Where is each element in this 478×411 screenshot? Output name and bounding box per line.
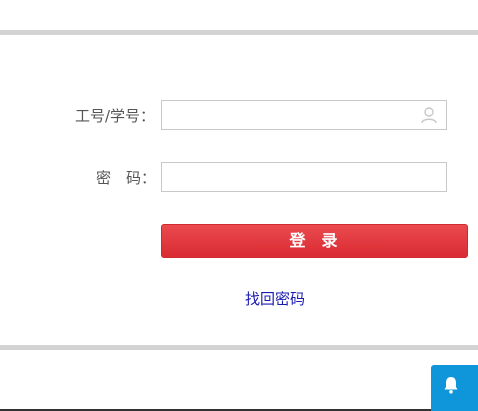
login-button-char-1: 登 (289, 231, 308, 250)
login-button-char-2: 录 (321, 231, 340, 250)
user-icon (421, 107, 437, 124)
float-notification-button[interactable] (431, 365, 478, 411)
password-label: 密码： (96, 168, 156, 188)
password-field[interactable] (161, 162, 447, 192)
top-divider (0, 30, 478, 35)
username-label: 工号/学号： (74, 107, 155, 125)
bottom-divider (0, 345, 478, 350)
password-label-char-2: 码： (125, 169, 156, 187)
bell-icon (444, 377, 458, 394)
login-button[interactable]: 登录 (161, 224, 468, 258)
forgot-password-link[interactable]: 找回密码 (245, 289, 305, 309)
password-input[interactable] (162, 163, 418, 191)
username-input[interactable] (162, 101, 418, 129)
password-label-char-1: 密 (95, 169, 111, 187)
username-field[interactable] (161, 100, 447, 130)
